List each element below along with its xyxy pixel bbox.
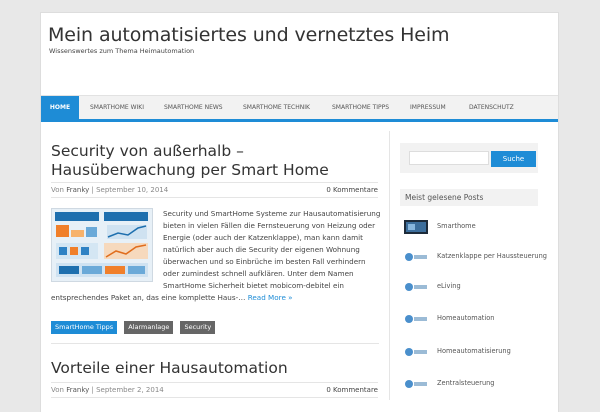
popular-post-label[interactable]: Smarthome	[437, 222, 476, 230]
nav-item-smarthome-technik[interactable]: SMARTHOME TECHNIK	[243, 96, 310, 119]
tag-security[interactable]: Security	[180, 321, 216, 334]
popular-post-thumbnail	[404, 220, 428, 234]
popular-post-label[interactable]: eLiving	[437, 282, 461, 290]
popular-post-thumbnail	[404, 280, 428, 294]
search-button[interactable]: Suche	[491, 151, 536, 167]
post-title[interactable]: Security von außerhalb – Hausüberwachung…	[51, 142, 381, 180]
post-meta: Von Franky | September 10, 2014 0 Kommen…	[51, 182, 378, 198]
read-more-link[interactable]: Read More »	[248, 293, 293, 302]
main-content: Security von außerhalb – Hausüberwachung…	[41, 131, 390, 400]
post-author-link[interactable]: Franky	[66, 386, 89, 394]
nav-item-smarthome-news[interactable]: SMARTHOME NEWS	[164, 96, 223, 119]
post-tags: SmartHome Tipps Alarmanlage Security	[51, 314, 217, 334]
popular-post-label[interactable]: Homeautomation	[437, 314, 494, 322]
search-input[interactable]	[409, 151, 489, 165]
popular-post-thumbnail	[404, 377, 428, 391]
meta-separator: |	[91, 186, 94, 194]
meta-separator: |	[91, 386, 94, 394]
post-comments-link[interactable]: 0 Kommentare	[326, 383, 378, 397]
post-date: September 2, 2014	[96, 386, 164, 394]
post-title[interactable]: Vorteile einer Hausautomation	[51, 359, 381, 378]
nav-item-impressum[interactable]: IMPRESSUM	[410, 96, 446, 119]
search-widget: Suche	[400, 143, 538, 173]
post-date: September 10, 2014	[96, 186, 169, 194]
popular-post-thumbnail	[404, 250, 428, 264]
popular-posts-title: Meist gelesene Posts	[400, 189, 538, 206]
popular-post-label[interactable]: Katzenklappe per Haussteuerung	[437, 252, 547, 260]
popular-post-label[interactable]: Homeautomatisierung	[437, 347, 511, 355]
nav-item-smarthome-tipps[interactable]: SMARTHOME TIPPS	[332, 96, 389, 119]
meta-by: Von	[51, 186, 64, 194]
site-title[interactable]: Mein automatisiertes und vernetztes Heim	[48, 24, 450, 46]
popular-post-thumbnail	[404, 312, 428, 326]
popular-post-thumbnail	[404, 345, 428, 359]
popular-post-label[interactable]: Zentralsteuerung	[437, 379, 495, 387]
post-meta: Von Franky | September 2, 2014 0 Komment…	[51, 382, 378, 398]
nav-item-home[interactable]: HOME	[41, 96, 79, 119]
nav-item-datenschutz[interactable]: DATENSCHUTZ	[469, 96, 514, 119]
tag-smarthome-tipps[interactable]: SmartHome Tipps	[51, 321, 118, 334]
meta-by: Von	[51, 386, 64, 394]
post-author-link[interactable]: Franky	[66, 186, 89, 194]
main-navigation: HOME SMARTHOME WIKI SMARTHOME NEWS SMART…	[41, 95, 558, 122]
post-comments-link[interactable]: 0 Kommentare	[326, 183, 378, 197]
post-excerpt: Security und SmartHome Systeme zur Hausa…	[51, 208, 381, 304]
nav-item-smarthome-wiki[interactable]: SMARTHOME WIKI	[90, 96, 144, 119]
tag-alarmanlage[interactable]: Alarmanlage	[124, 321, 174, 334]
post-divider	[51, 343, 379, 344]
site-tagline: Wissenswertes zum Thema Heimautomation	[49, 47, 195, 55]
